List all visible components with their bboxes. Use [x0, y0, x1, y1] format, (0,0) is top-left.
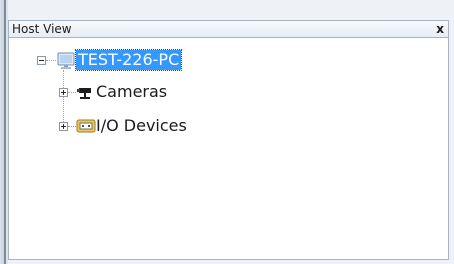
tree-node-cameras[interactable]: Cameras [96, 82, 167, 102]
collapse-toggle-root[interactable] [37, 56, 46, 65]
computer-icon [57, 52, 75, 69]
expand-toggle-io-devices[interactable] [59, 122, 68, 131]
tree-node-root[interactable]: TEST-226-PC [74, 49, 183, 71]
io-device-icon [76, 119, 96, 133]
close-button[interactable]: x [436, 21, 444, 37]
expand-toggle-cameras[interactable] [59, 88, 68, 97]
camera-icon [77, 88, 91, 99]
panel-header: Host View x [8, 20, 449, 38]
panel-title: Host View [12, 22, 72, 36]
left-splitter[interactable] [0, 0, 8, 264]
tree-node-io-devices[interactable]: I/O Devices [96, 116, 187, 136]
